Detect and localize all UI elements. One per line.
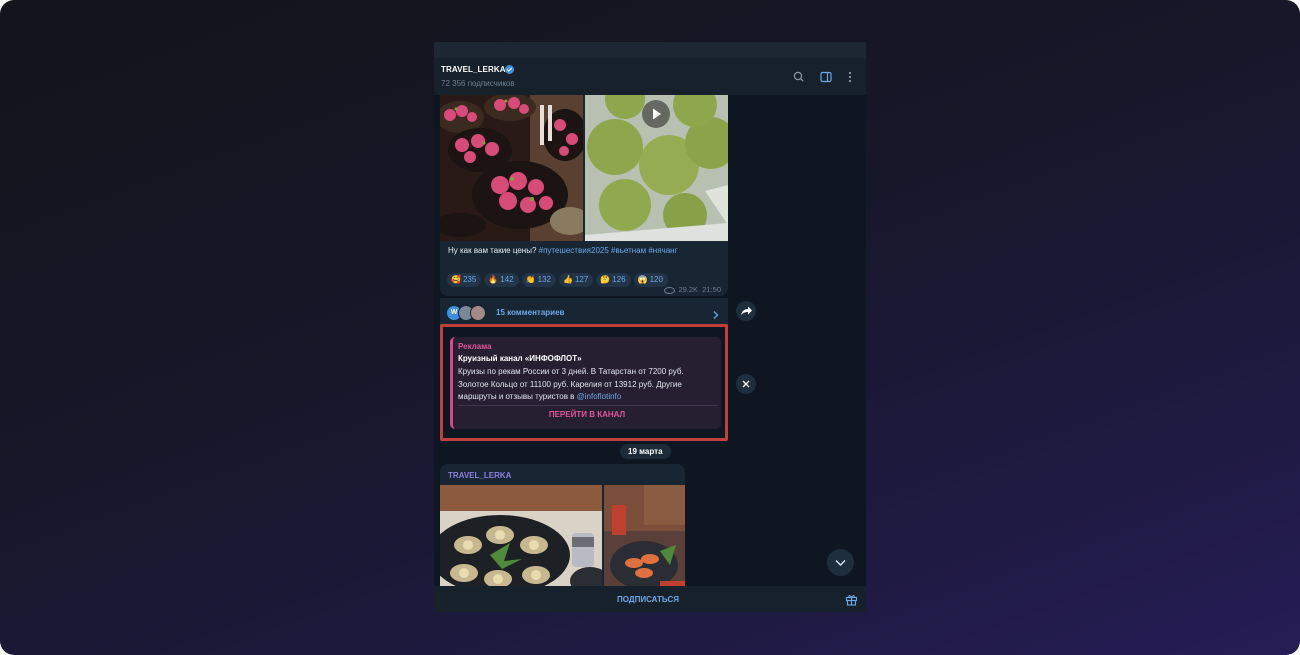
- post-hashtags[interactable]: #путешествия2025 #вьетнам #нячанг: [539, 246, 678, 255]
- subscribe-button[interactable]: ПОДПИСАТЬСЯ: [434, 595, 862, 604]
- reaction-count: 235: [462, 275, 477, 284]
- chat-area[interactable]: Ну как вам такие цены? #путешествия2025 …: [434, 95, 866, 586]
- sponsored-message[interactable]: Реклама Круизный канал «ИНФОФЛОТ» Круизы…: [450, 337, 721, 429]
- more-vertical-icon[interactable]: [843, 70, 857, 84]
- sponsored-message-highlight: Реклама Круизный канал «ИНФОФЛОТ» Круизы…: [440, 324, 728, 441]
- chevron-down-icon: [835, 560, 846, 566]
- view-count: 29.2K: [678, 285, 699, 294]
- reaction-thinking[interactable]: 🤔 126: [596, 273, 631, 287]
- reaction-emoji: 🔥: [488, 275, 499, 284]
- reaction-emoji: 👏: [525, 275, 536, 284]
- post-author[interactable]: TRAVEL_LERKA: [448, 471, 511, 480]
- dragon-fruit-photo[interactable]: [440, 95, 583, 241]
- post-caption: Ну как вам такие цены? #путешествия2025 …: [448, 246, 678, 255]
- chevron-right-icon: [712, 307, 720, 325]
- ad-divider: [458, 405, 718, 406]
- search-icon[interactable]: [792, 70, 806, 84]
- comments-button[interactable]: W 15 комментариев: [440, 297, 728, 326]
- bottom-bar: ПОДПИСАТЬСЯ: [434, 586, 866, 612]
- reaction-clap[interactable]: 👏 132: [521, 273, 556, 287]
- reaction-emoji: 🤔: [600, 275, 611, 284]
- close-ad-button[interactable]: [736, 374, 756, 394]
- share-button[interactable]: [736, 301, 756, 321]
- channel-post: Ну как вам такие цены? #путешествия2025 …: [440, 95, 728, 296]
- subscriber-count: 72 356 подписчиков: [441, 79, 515, 88]
- reaction-emoji: 🥰: [451, 275, 461, 284]
- caption-text: Ну как вам такие цены?: [448, 246, 539, 255]
- channel-header[interactable]: TRAVEL_LERKA 72 356 подписчиков: [434, 58, 866, 95]
- ad-label: Реклама: [458, 342, 492, 351]
- reaction-count: 132: [537, 275, 551, 284]
- channel-title[interactable]: TRAVEL_LERKA: [441, 65, 506, 74]
- window-title-strip: [434, 42, 866, 58]
- reaction-count: 142: [500, 275, 514, 284]
- share-icon: [741, 306, 752, 315]
- reaction-count: 120: [649, 275, 663, 284]
- ad-title: Круизный канал «ИНФОФЛОТ»: [458, 354, 582, 363]
- oysters-photo[interactable]: [440, 485, 602, 586]
- reaction-scream[interactable]: 😱 120: [633, 273, 668, 287]
- verified-badge-icon: [505, 65, 514, 74]
- channel-post: TRAVEL_LERKA: [440, 464, 685, 586]
- ad-body-text: Круизы по рекам России от 3 дней. В Тата…: [458, 367, 684, 401]
- ad-body: Круизы по рекам России от 3 дней. В Тата…: [458, 366, 716, 404]
- reactions-bar: 🥰 235 🔥 142 👏 132 👍 127 🤔 126 😱 120: [447, 269, 671, 287]
- commenter-avatar: [470, 305, 486, 321]
- scroll-down-button[interactable]: [827, 549, 854, 576]
- reaction-emoji: 👍: [562, 275, 573, 284]
- play-button[interactable]: [642, 100, 670, 128]
- reaction-fire[interactable]: 🔥 142: [484, 273, 519, 287]
- reaction-heart-eyes[interactable]: 🥰 235: [447, 273, 482, 287]
- comments-label: 15 комментариев: [496, 308, 565, 317]
- ad-channel-link[interactable]: @infoflotinfo: [577, 392, 622, 401]
- date-divider: 19 марта: [620, 444, 671, 459]
- reaction-thumbs-up[interactable]: 👍 127: [558, 273, 594, 287]
- reaction-emoji: 😱: [637, 275, 648, 284]
- go-to-channel-button[interactable]: ПЕРЕЙТИ В КАНАЛ: [453, 410, 721, 419]
- shrimp-photo[interactable]: [604, 485, 685, 586]
- views-icon: [664, 286, 676, 294]
- sidebar-toggle-icon[interactable]: [819, 70, 833, 84]
- reaction-count: 127: [574, 275, 589, 284]
- green-fruit-video[interactable]: [585, 95, 728, 241]
- gift-icon[interactable]: [845, 593, 858, 611]
- telegram-window: TRAVEL_LERKA 72 356 подписчиков Ну как в…: [434, 42, 866, 612]
- post-meta: 29.2K 21:50: [664, 285, 721, 294]
- post-time: 21:50: [702, 285, 721, 294]
- reaction-count: 126: [612, 275, 626, 284]
- close-icon: [742, 380, 750, 388]
